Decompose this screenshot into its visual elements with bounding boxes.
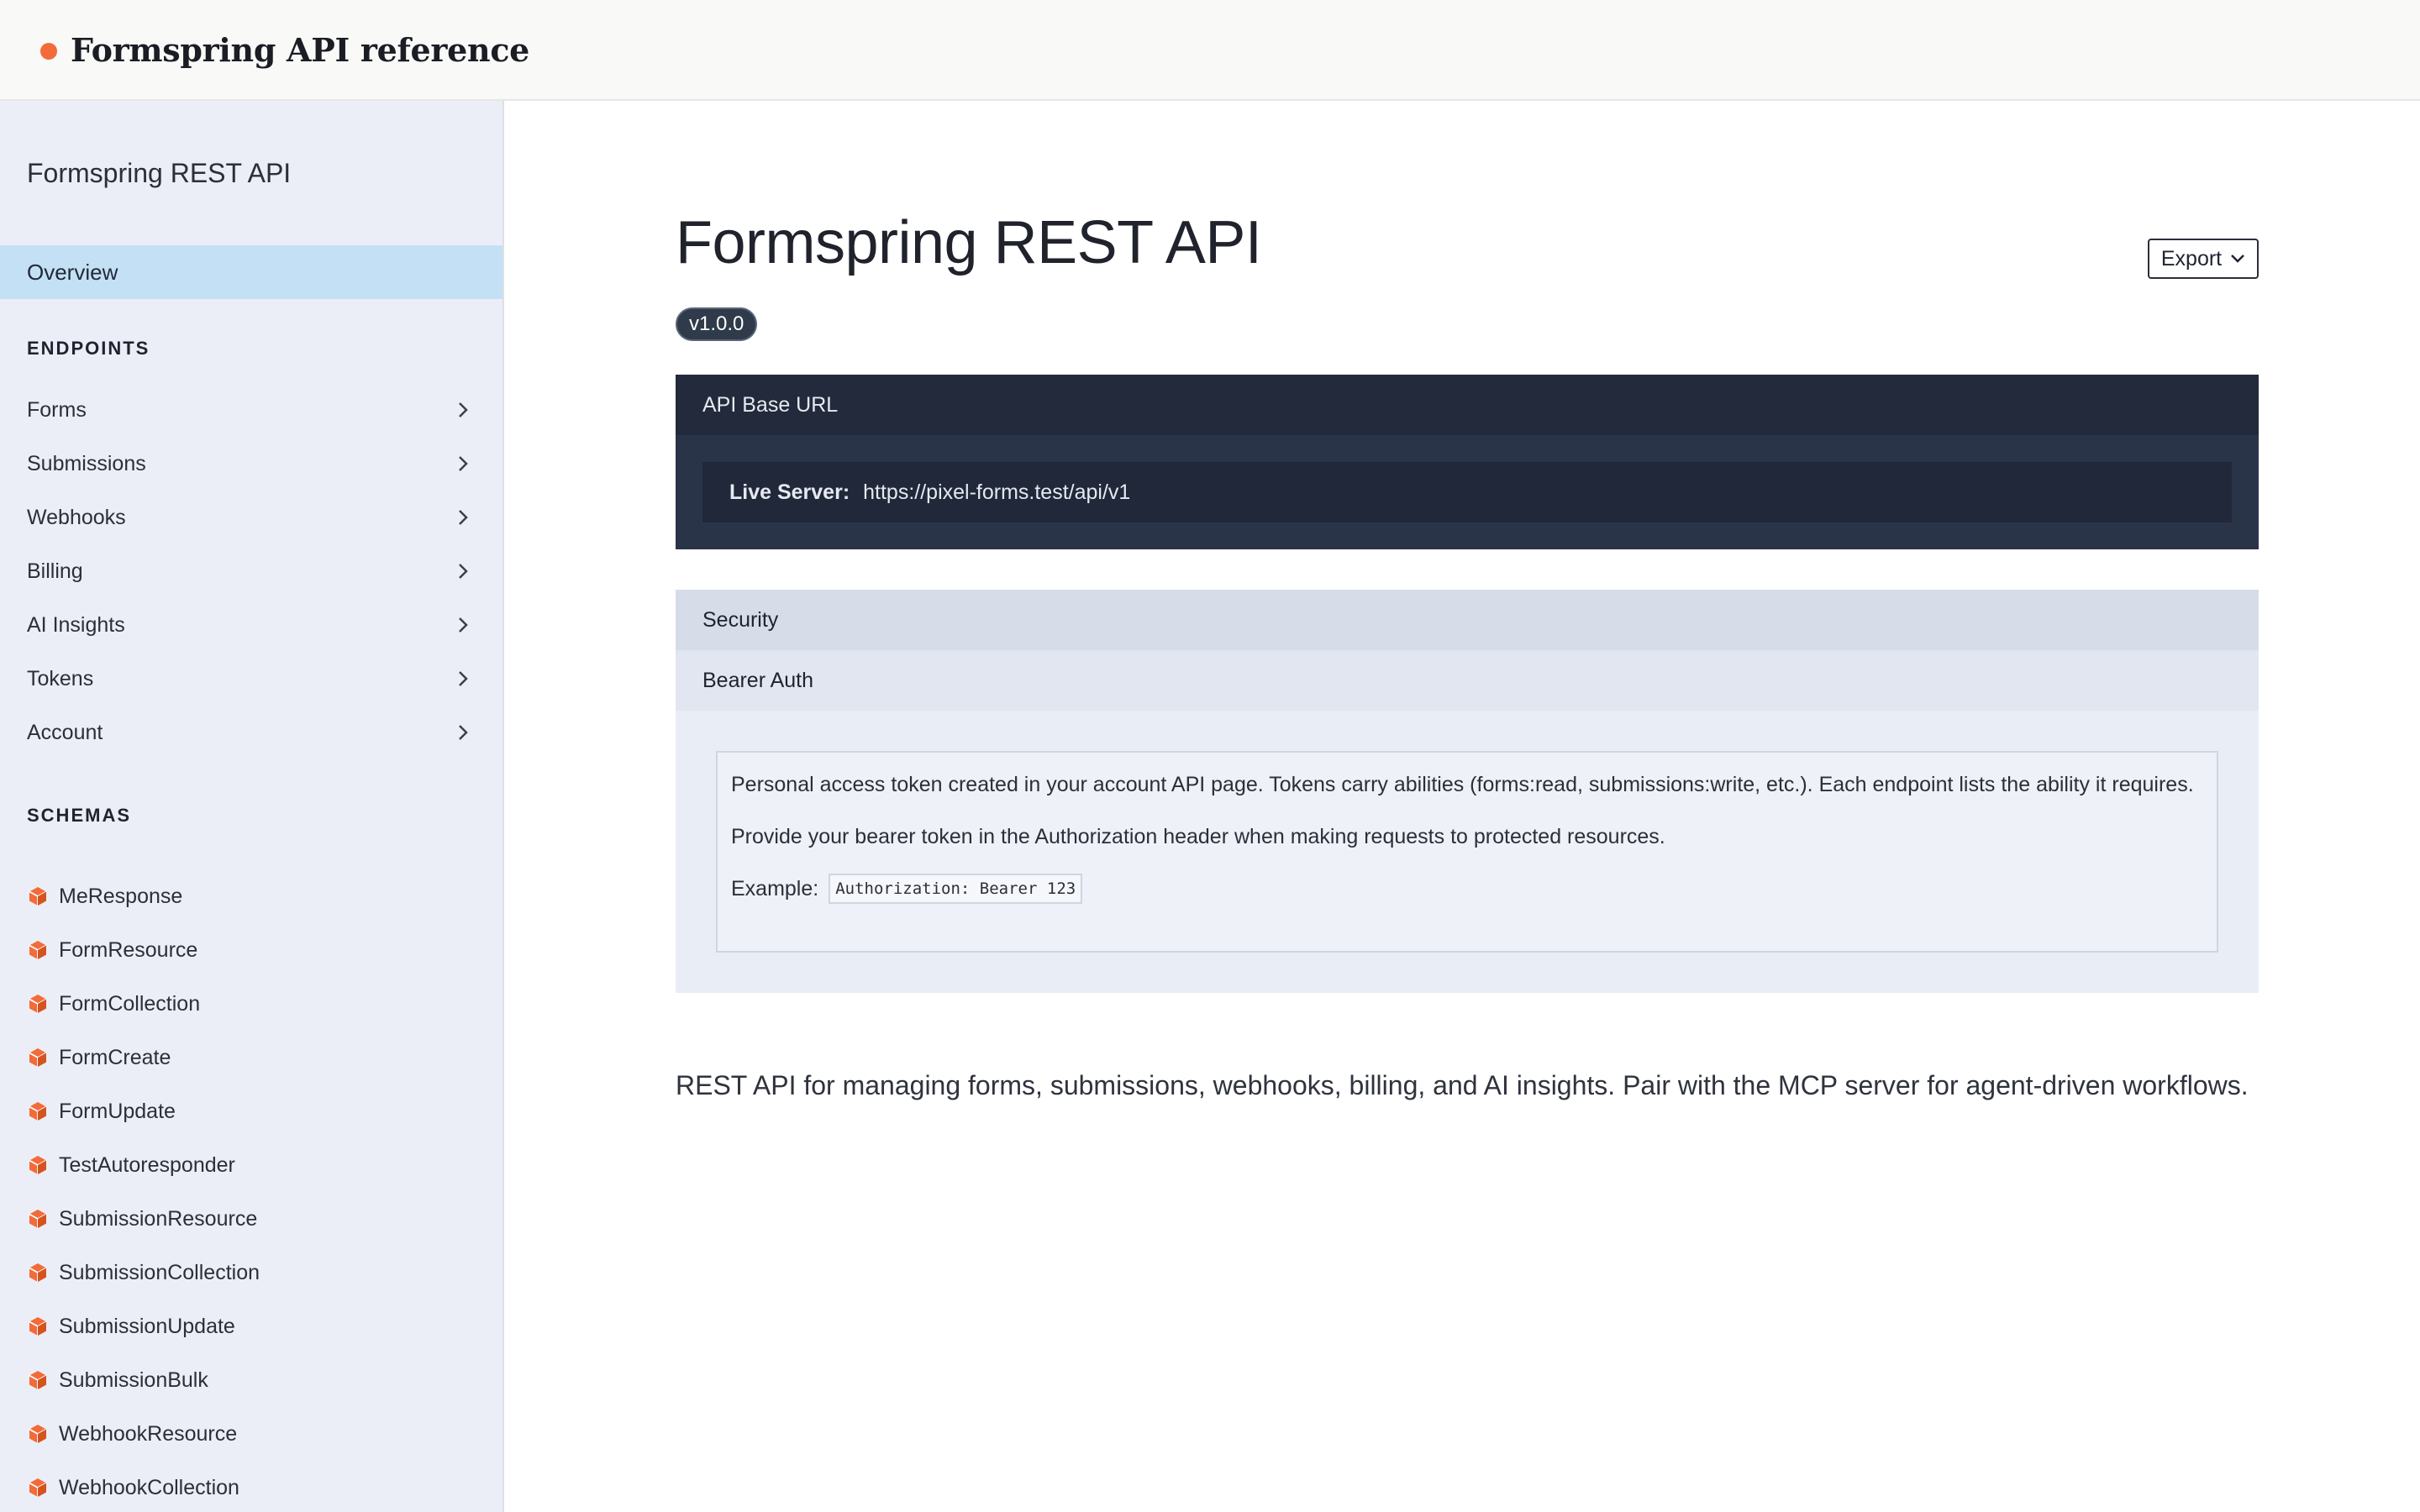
cube-icon xyxy=(27,1208,49,1230)
live-server-row[interactable]: Live Server: https://pixel-forms.test/ap… xyxy=(702,462,2232,522)
schema-item-label: SubmissionResource xyxy=(59,1206,258,1231)
schema-item[interactable]: MeResponse xyxy=(0,869,502,923)
schema-item-label: TestAutoresponder xyxy=(59,1152,235,1177)
schemas-heading: SCHEMAS xyxy=(27,805,132,826)
server-label: Live Server: xyxy=(729,480,850,504)
sidebar: Formspring REST API Overview ENDPOINTS F… xyxy=(0,101,504,1512)
schema-item[interactable]: SubmissionBulk xyxy=(0,1353,502,1407)
schemas-list: MeResponse FormResource FormCollection Form… xyxy=(0,869,502,1512)
cube-icon xyxy=(27,1315,49,1337)
security-paragraph: Provide your bearer token in the Authori… xyxy=(731,825,1665,848)
endpoints-heading: ENDPOINTS xyxy=(27,338,150,359)
server-url[interactable]: https://pixel-forms.test/api/v1 xyxy=(863,480,1130,505)
chevron-down-icon xyxy=(2231,255,2245,263)
cube-icon xyxy=(27,1100,49,1122)
version-badge: v1.0.0 xyxy=(676,307,758,341)
schema-item-label: FormResource xyxy=(59,937,198,962)
chevron-right-icon xyxy=(452,722,474,743)
chevron-right-icon xyxy=(452,453,474,475)
schema-item-label: WebhookResource xyxy=(59,1421,238,1446)
cube-icon xyxy=(27,1047,49,1068)
site-title[interactable]: Formspring API reference xyxy=(71,31,529,69)
schema-item-label: FormUpdate xyxy=(59,1099,176,1123)
cube-icon xyxy=(27,939,49,961)
cube-icon xyxy=(27,1262,49,1284)
cube-icon xyxy=(27,1369,49,1391)
schema-item-label: FormCreate xyxy=(59,1045,171,1069)
chevron-right-icon xyxy=(452,507,474,528)
chevron-right-icon xyxy=(452,399,474,421)
cube-icon xyxy=(27,885,49,907)
sidebar-item-label: Webhooks xyxy=(27,505,126,529)
schema-item[interactable]: FormResource xyxy=(0,923,502,977)
sidebar-item-ai-insights[interactable]: AI Insights xyxy=(0,598,502,652)
security-scheme-name: Bearer Auth xyxy=(676,650,2259,711)
export-button[interactable]: Export xyxy=(2148,239,2259,279)
schema-item[interactable]: WebhookResource xyxy=(0,1407,502,1461)
page-title: Formspring REST API xyxy=(676,209,1262,276)
cube-icon xyxy=(27,1154,49,1176)
schema-item[interactable]: TestAutoresponder xyxy=(0,1138,502,1192)
security-description-card: Personal access token created in your ac… xyxy=(716,751,2218,953)
security-heading: Security xyxy=(676,590,2259,650)
sidebar-item-overview[interactable]: Overview xyxy=(0,245,502,299)
security-example: Example: Authorization: Bearer 123 xyxy=(731,872,2203,906)
schema-item[interactable]: FormCreate xyxy=(0,1031,502,1084)
cube-icon xyxy=(27,1423,49,1445)
base-url-heading: API Base URL xyxy=(676,375,2259,435)
sidebar-item-label: Submissions xyxy=(27,451,146,475)
schema-item[interactable]: FormUpdate xyxy=(0,1084,502,1138)
sidebar-item-label: Forms xyxy=(27,397,87,422)
cube-icon xyxy=(27,993,49,1015)
sidebar-item-label: Tokens xyxy=(27,666,94,690)
chevron-right-icon xyxy=(452,614,474,636)
example-code: Authorization: Bearer 123 xyxy=(829,874,1083,904)
sidebar-api-title: Formspring REST API xyxy=(27,158,292,188)
sidebar-item-webhooks[interactable]: Webhooks xyxy=(0,491,502,544)
sidebar-item-submissions[interactable]: Submissions xyxy=(0,437,502,491)
sidebar-item-account[interactable]: Account xyxy=(0,706,502,759)
main-content: Formspring REST API v1.0.0 Export API Ba… xyxy=(504,101,2420,1512)
top-bar: Formspring API reference xyxy=(0,0,2420,101)
schema-item[interactable]: WebhookCollection xyxy=(0,1461,502,1512)
schema-item[interactable]: FormCollection xyxy=(0,977,502,1031)
api-description: REST API for managing forms, submissions… xyxy=(676,1070,2249,1100)
sidebar-item-label: Billing xyxy=(27,559,83,583)
export-button-label: Export xyxy=(2160,246,2223,270)
sidebar-item-forms[interactable]: Forms xyxy=(0,383,502,437)
schema-item-label: MeResponse xyxy=(59,884,183,908)
cube-icon xyxy=(27,1477,49,1499)
sidebar-item-billing[interactable]: Billing xyxy=(0,544,502,598)
security-panel: Security Bearer Auth Personal access tok… xyxy=(676,590,2259,993)
endpoints-list: Forms Submissions Webhooks Billing AI In… xyxy=(0,383,502,759)
api-base-url-panel: API Base URL Live Server: https://pixel-… xyxy=(676,375,2259,549)
schema-item-label: SubmissionBulk xyxy=(59,1368,208,1392)
schema-item-label: SubmissionUpdate xyxy=(59,1314,235,1338)
chevron-right-icon xyxy=(452,668,474,690)
example-label: Example: xyxy=(731,877,819,900)
chevron-right-icon xyxy=(452,560,474,582)
schema-item[interactable]: SubmissionUpdate xyxy=(0,1299,502,1353)
schema-item-label: SubmissionCollection xyxy=(59,1260,260,1284)
schema-item[interactable]: SubmissionCollection xyxy=(0,1246,502,1299)
schema-item[interactable]: SubmissionResource xyxy=(0,1192,502,1246)
schema-item-label: FormCollection xyxy=(59,991,201,1016)
brand-dot-icon xyxy=(40,43,57,60)
sidebar-item-tokens[interactable]: Tokens xyxy=(0,652,502,706)
security-paragraph: Personal access token created in your ac… xyxy=(731,773,2194,796)
sidebar-item-label: AI Insights xyxy=(27,612,125,637)
sidebar-item-label: Account xyxy=(27,720,103,744)
schema-item-label: WebhookCollection xyxy=(59,1475,239,1499)
